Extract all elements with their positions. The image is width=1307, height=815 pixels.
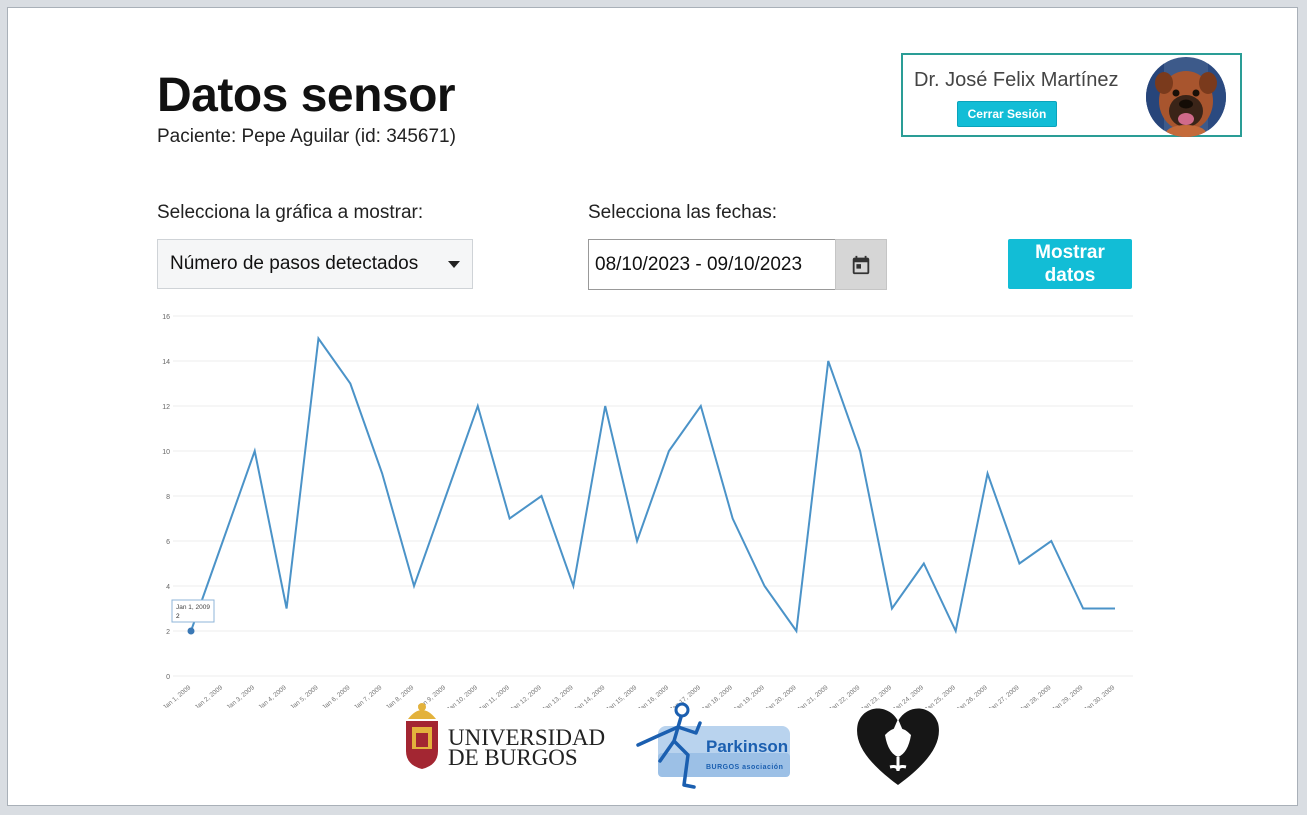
university-burgos-logo: UNIVERSIDAD DE BURGOS (406, 703, 605, 770)
parkinson-name: Parkinson (706, 737, 788, 756)
patient-info: Paciente: Pepe Aguilar (id: 345671) (157, 126, 456, 147)
avatar (1146, 57, 1226, 137)
chevron-down-icon (448, 261, 460, 268)
show-data-button[interactable]: Mostrar datos (1008, 239, 1132, 289)
chart-type-select[interactable]: Número de pasos detectados (157, 239, 473, 289)
chart-tooltip-date: Jan 1, 2009 (176, 604, 210, 611)
chart-x-tick-label: Jan 29, 2009 (1051, 684, 1085, 708)
heart-tulip-logo (857, 708, 939, 785)
steps-line-chart: 0246810121416Jan 1, 2009 Jan 2, 2009 Jan 3… (162, 314, 1133, 708)
chart-x-tick-label: Jan 5, 2009 (289, 684, 320, 708)
calendar-button[interactable] (835, 239, 887, 290)
chart-x-tick-label: Jan 1, 2009 (162, 684, 193, 708)
parkinson-burgos-logo: Parkinson BURGOS asociación (636, 702, 790, 789)
chart-y-tick-label: 16 (162, 314, 170, 321)
logout-button[interactable]: Cerrar Sesión (957, 101, 1057, 127)
chart-x-tick-label: Jan 3, 2009 (225, 684, 256, 708)
page-container: Datos sensor Paciente: Pepe Aguilar (id:… (7, 7, 1298, 806)
chart-y-tick-label: 10 (162, 449, 170, 456)
chart-x-tick-label: Jan 28, 2009 (1019, 684, 1053, 708)
chart-tooltip-value: 2 (176, 613, 180, 620)
user-name: Dr. José Felix Martínez (914, 69, 1119, 91)
chart-y-tick-label: 6 (166, 539, 170, 546)
chart-y-tick-label: 0 (166, 674, 170, 681)
user-card: Dr. José Felix Martínez Cerrar Sesión (901, 53, 1242, 137)
chart-x-tick-label: Jan 4, 2009 (257, 684, 288, 708)
page-title: Datos sensor (157, 69, 456, 122)
chart-x-tick-label: Jan 6, 2009 (321, 684, 352, 708)
chart-x-tick-label: Jan 30, 2009 (1083, 684, 1117, 708)
avatar-dog-image (1146, 57, 1226, 137)
chart-type-selected-value: Número de pasos detectados (170, 253, 419, 274)
chart-select-label: Selecciona la gráfica a mostrar: (157, 202, 424, 223)
calendar-icon (852, 255, 870, 274)
chart-x-tick-label: Jan 7, 2009 (353, 684, 384, 708)
chart-y-tick-label: 4 (166, 584, 170, 591)
chart-y-tick-label: 12 (162, 404, 170, 411)
chart-y-tick-label: 8 (166, 494, 170, 501)
chart-x-tick-label: Jan 2, 2009 (194, 684, 225, 708)
chart-y-tick-label: 2 (166, 629, 170, 636)
date-range-input[interactable]: 08/10/2023 - 09/10/2023 (588, 239, 836, 290)
chart-x-tick-label: Jan 26, 2009 (956, 684, 990, 708)
chart-x-tick-label: Jan 27, 2009 (987, 684, 1021, 708)
chart-series-line (190, 335, 1115, 635)
chart-data-point (187, 627, 195, 635)
parkinson-subtitle: BURGOS asociación (706, 764, 783, 771)
date-select-label: Selecciona las fechas: (588, 202, 778, 223)
university-name-line2: DE BURGOS (448, 745, 578, 770)
logos-footer: UNIVERSIDAD DE BURGOS Parkinson BURGOS a… (406, 702, 939, 789)
chart-y-tick-label: 14 (162, 359, 170, 366)
